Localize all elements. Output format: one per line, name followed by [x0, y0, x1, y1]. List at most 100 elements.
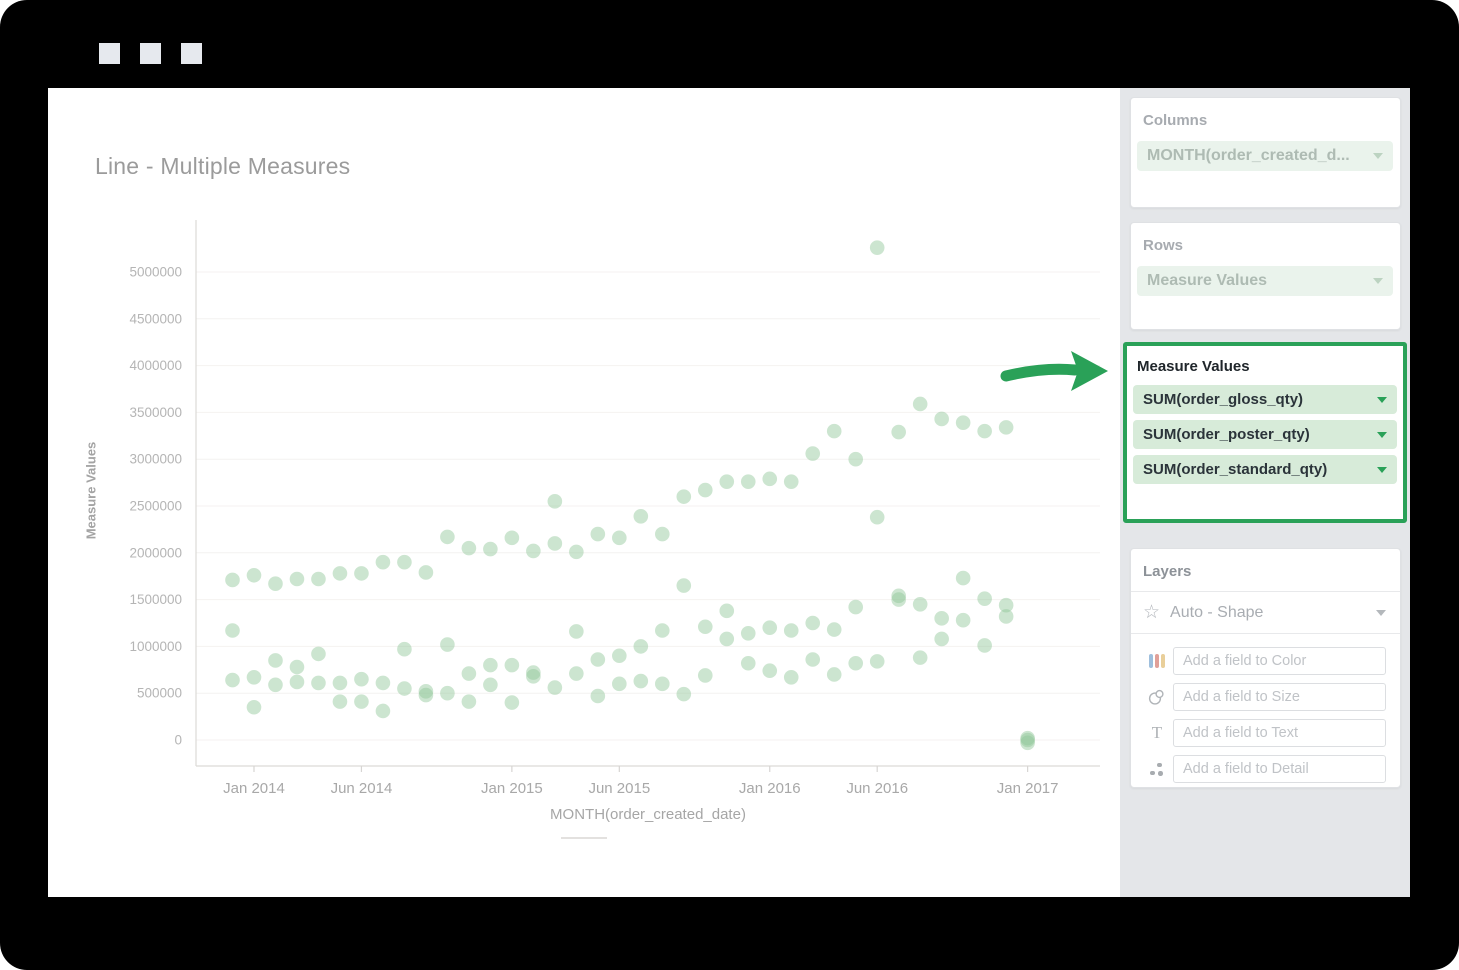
scatter-point[interactable] [548, 680, 563, 695]
scatter-point[interactable] [526, 544, 541, 559]
scatter-point[interactable] [462, 694, 477, 709]
scatter-point[interactable] [397, 555, 412, 570]
scatter-point[interactable] [827, 622, 842, 637]
scatter-point[interactable] [440, 686, 455, 701]
scatter-point[interactable] [719, 632, 734, 647]
scatter-point[interactable] [805, 446, 820, 461]
chevron-down-icon[interactable] [1373, 153, 1383, 159]
scatter-point[interactable] [290, 572, 305, 587]
scatter-point[interactable] [569, 624, 584, 639]
scatter-point[interactable] [311, 647, 326, 662]
scatter-point[interactable] [419, 688, 434, 703]
scatter-point[interactable] [505, 658, 520, 673]
scatter-point[interactable] [311, 676, 326, 691]
scatter-point[interactable] [784, 623, 799, 638]
scatter-point[interactable] [462, 541, 477, 556]
measure-pill-gloss[interactable]: SUM(order_gloss_qty) [1133, 385, 1397, 414]
measure-pill-standard[interactable]: SUM(order_standard_qty) [1133, 455, 1397, 484]
chevron-down-icon[interactable] [1377, 397, 1387, 403]
scatter-point[interactable] [784, 670, 799, 685]
scatter-point[interactable] [569, 545, 584, 560]
scatter-point[interactable] [440, 637, 455, 652]
scatter-point[interactable] [698, 483, 713, 498]
window-control-square[interactable] [99, 43, 120, 64]
scatter-point[interactable] [870, 510, 885, 525]
color-field-input[interactable] [1173, 647, 1386, 675]
scatter-point[interactable] [247, 568, 262, 583]
scatter-point[interactable] [268, 653, 283, 668]
scatter-point[interactable] [848, 656, 863, 671]
scatter-point[interactable] [719, 474, 734, 489]
chevron-down-icon[interactable] [1376, 610, 1386, 616]
scatter-point[interactable] [354, 566, 369, 581]
scatter-point[interactable] [934, 632, 949, 647]
scatter-point[interactable] [676, 489, 691, 504]
scatter-point[interactable] [913, 397, 928, 412]
scatter-point[interactable] [462, 666, 477, 681]
scatter-point[interactable] [956, 613, 971, 628]
scatter-point[interactable] [999, 420, 1014, 435]
scatter-point[interactable] [634, 639, 649, 654]
axis-resize-handle[interactable] [561, 837, 607, 839]
scatter-point[interactable] [612, 531, 627, 546]
scatter-point[interactable] [311, 572, 326, 587]
scatter-point[interactable] [376, 676, 391, 691]
scatter-point[interactable] [612, 677, 627, 692]
scatter-point[interactable] [505, 531, 520, 546]
window-control-square[interactable] [181, 43, 202, 64]
size-field-input[interactable] [1173, 683, 1386, 711]
scatter-point[interactable] [290, 675, 305, 690]
scatter-point[interactable] [397, 681, 412, 696]
scatter-point[interactable] [634, 674, 649, 689]
scatter-point[interactable] [483, 658, 498, 673]
scatter-point[interactable] [676, 578, 691, 593]
scatter-point[interactable] [913, 597, 928, 612]
shape-selector[interactable]: ☆ Auto - Shape [1131, 592, 1400, 633]
scatter-point[interactable] [676, 687, 691, 702]
scatter-point[interactable] [891, 425, 906, 440]
scatter-point[interactable] [290, 660, 305, 675]
scatter-point[interactable] [1020, 731, 1035, 746]
scatter-point[interactable] [977, 424, 992, 439]
scatter-point[interactable] [612, 648, 627, 663]
scatter-point[interactable] [934, 412, 949, 427]
scatter-point[interactable] [591, 689, 606, 704]
scatter-point[interactable] [333, 676, 348, 691]
measure-pill-poster[interactable]: SUM(order_poster_qty) [1133, 420, 1397, 449]
window-control-square[interactable] [140, 43, 161, 64]
scatter-point[interactable] [225, 623, 240, 638]
scatter-point[interactable] [848, 600, 863, 615]
scatter-point[interactable] [741, 656, 756, 671]
scatter-point[interactable] [913, 650, 928, 665]
scatter-point[interactable] [655, 677, 670, 692]
scatter-point[interactable] [591, 652, 606, 667]
scatter-point[interactable] [698, 668, 713, 683]
scatter-point[interactable] [376, 704, 391, 719]
scatter-point[interactable] [483, 542, 498, 557]
scatter-point[interactable] [741, 474, 756, 489]
chevron-down-icon[interactable] [1377, 432, 1387, 438]
scatter-point[interactable] [333, 694, 348, 709]
scatter-point[interactable] [247, 700, 262, 715]
scatter-point[interactable] [247, 670, 262, 685]
scatter-point[interactable] [870, 240, 885, 255]
scatter-point[interactable] [891, 592, 906, 607]
scatter-point[interactable] [719, 604, 734, 619]
scatter-point[interactable] [655, 527, 670, 542]
scatter-point[interactable] [741, 626, 756, 641]
scatter-point[interactable] [397, 642, 412, 657]
scatter-point[interactable] [354, 694, 369, 709]
scatter-point[interactable] [634, 509, 649, 524]
scatter-point[interactable] [655, 623, 670, 638]
rows-field-pill[interactable]: Measure Values [1137, 266, 1393, 296]
scatter-point[interactable] [762, 472, 777, 487]
scatter-point[interactable] [977, 591, 992, 606]
scatter-point[interactable] [591, 527, 606, 542]
scatter-point[interactable] [354, 672, 369, 687]
scatter-point[interactable] [333, 566, 348, 581]
scatter-point[interactable] [483, 677, 498, 692]
scatter-point[interactable] [956, 571, 971, 586]
chevron-down-icon[interactable] [1373, 278, 1383, 284]
scatter-point[interactable] [999, 609, 1014, 624]
scatter-point[interactable] [268, 677, 283, 692]
